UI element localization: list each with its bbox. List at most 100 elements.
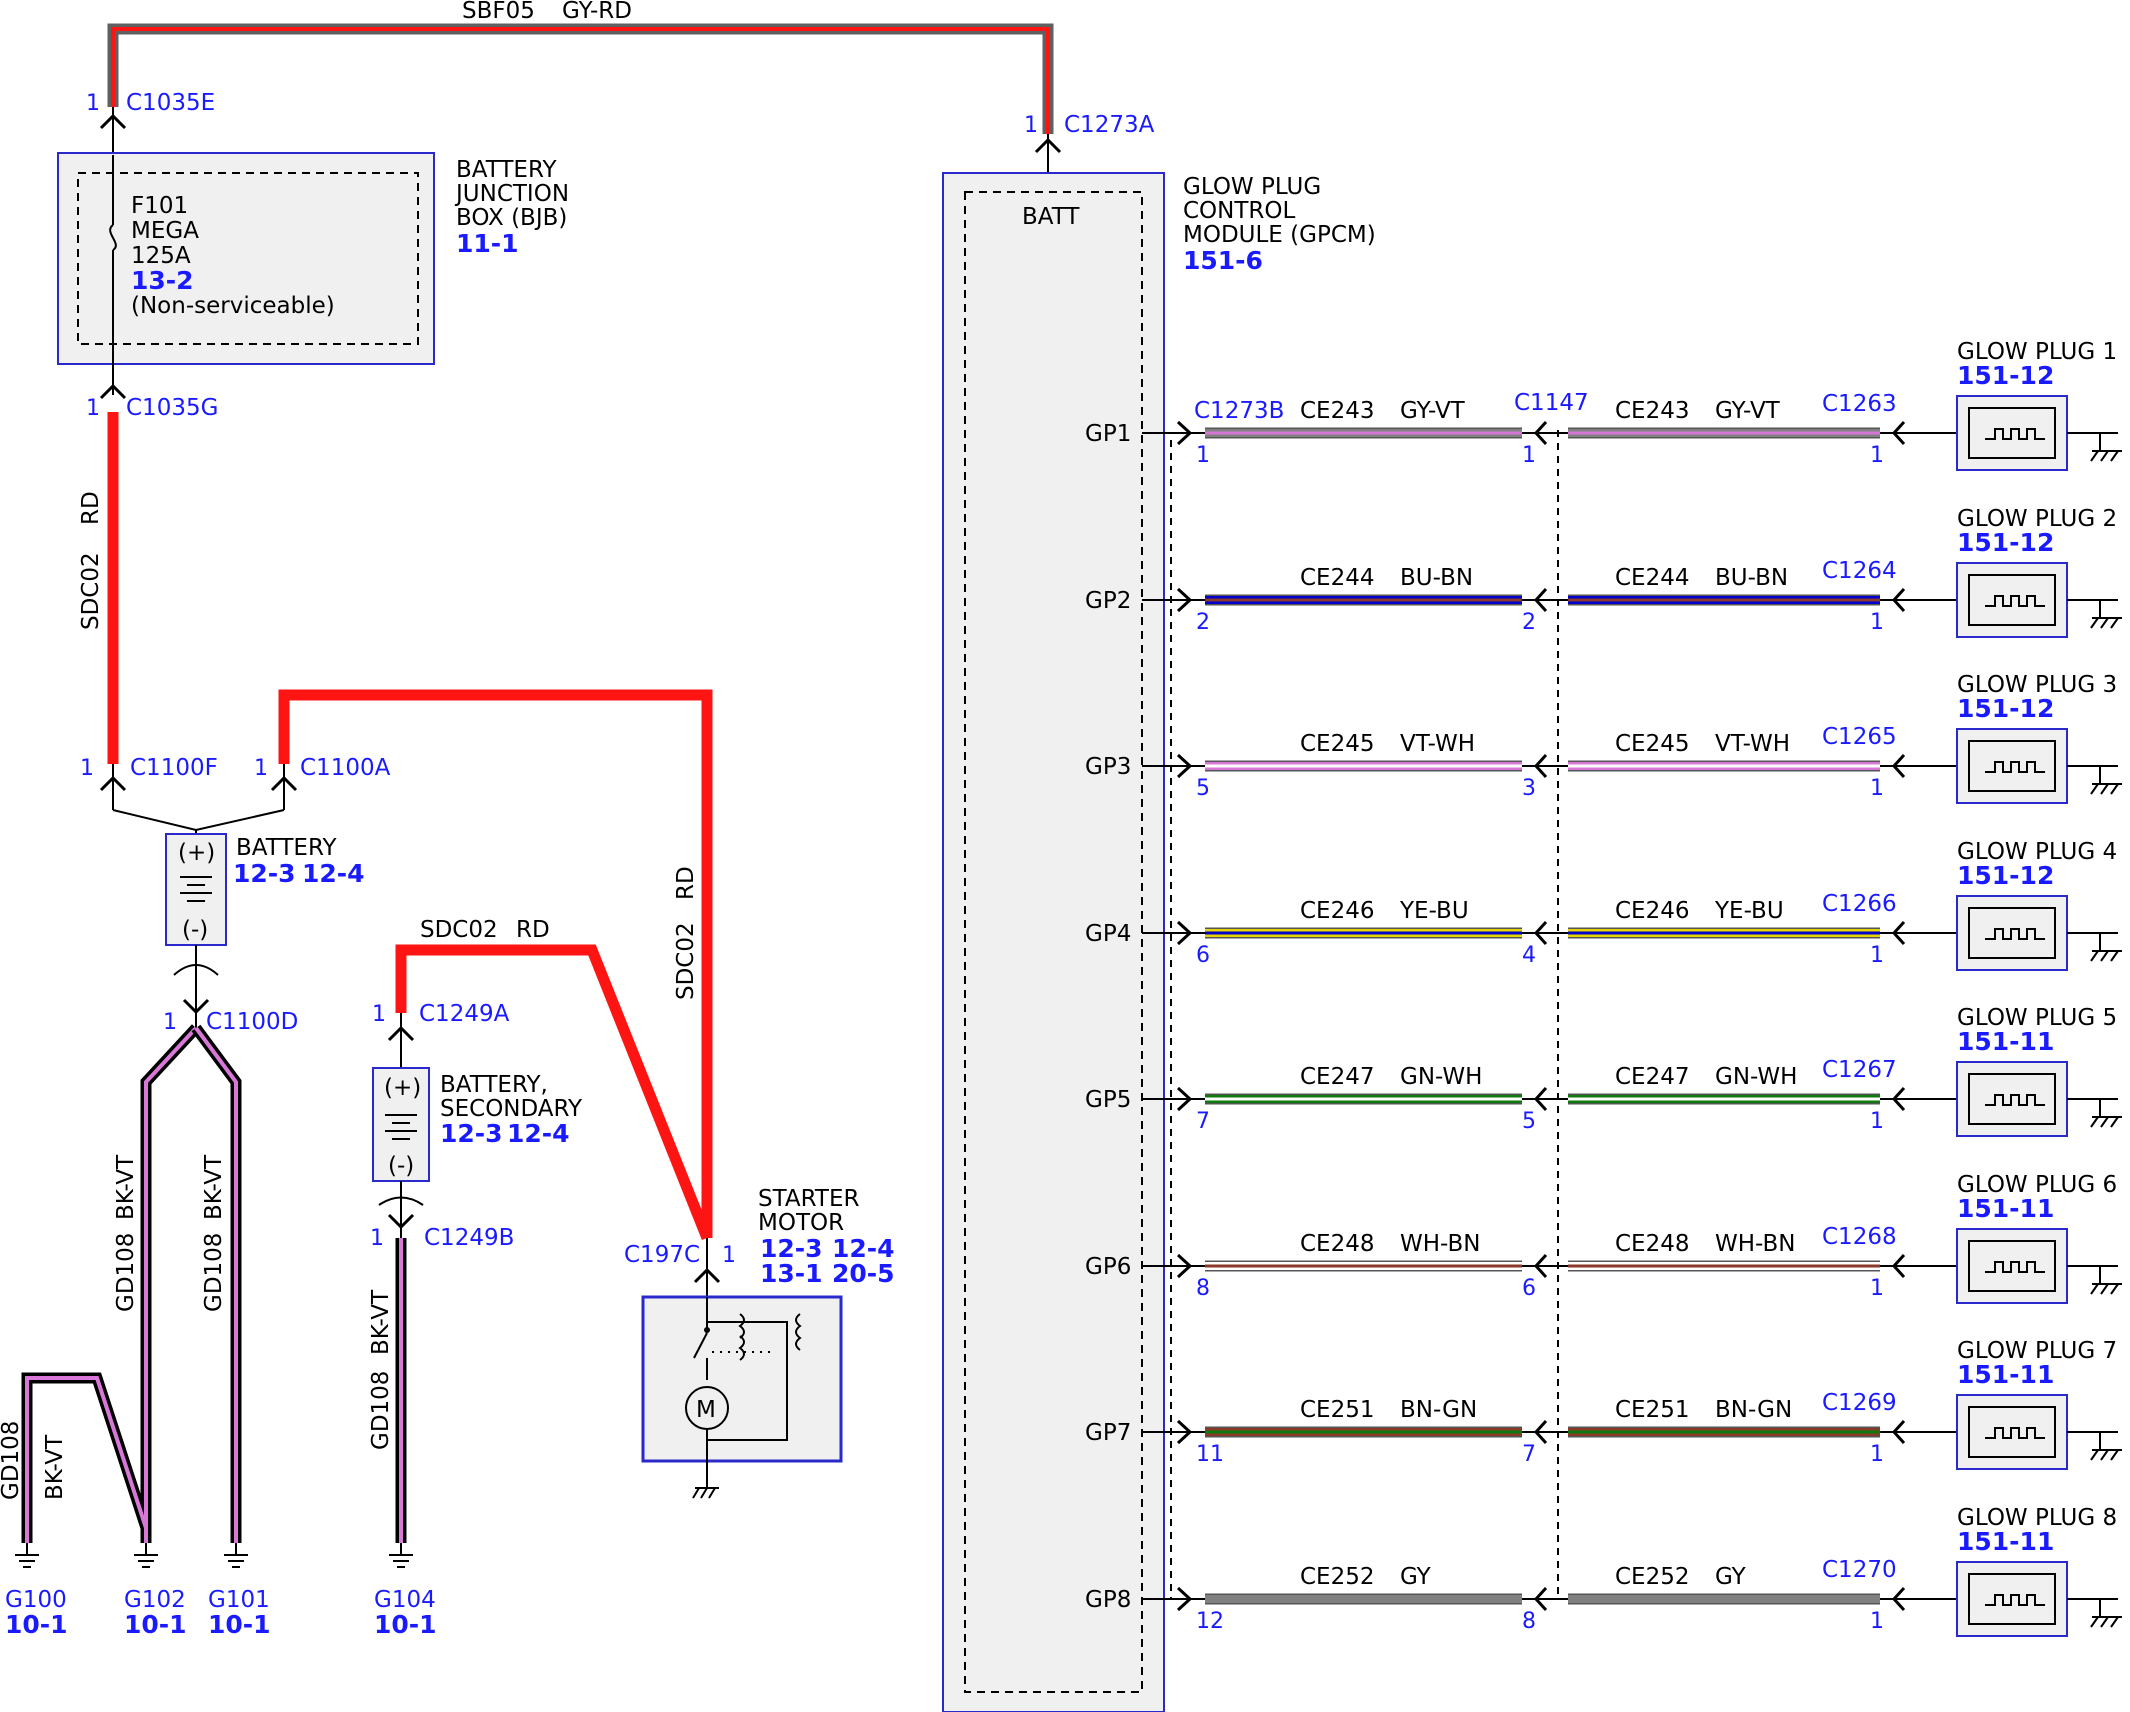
gp8-conn: C1270	[1822, 1557, 1897, 1583]
sec-battery-ref-1: 12-3	[440, 1119, 503, 1148]
gp7-color-left: BN-GN	[1400, 1397, 1477, 1423]
ground-g101-ref: 10-1	[208, 1610, 271, 1639]
c1100a-pin: 1	[254, 756, 268, 781]
gp4-conn: C1266	[1822, 891, 1897, 917]
wire-sbf05	[107, 23, 1054, 134]
gp3-color-left: VT-WH	[1400, 731, 1475, 757]
battery-plus: (+)	[178, 840, 215, 866]
gp5-ref: 151-11	[1957, 1027, 2054, 1056]
gp1-circuit-left: CE243	[1300, 398, 1375, 424]
gp4-label: GP4	[1085, 921, 1131, 947]
gp7-color-right: BN-GN	[1715, 1397, 1792, 1423]
battery-title: BATTERY	[236, 835, 337, 861]
ground-g102-ref: 10-1	[124, 1610, 187, 1639]
gp2-label: GP2	[1085, 588, 1131, 614]
gp2-color-left: BU-BN	[1400, 565, 1473, 591]
gd108-circuit-4: GD108	[368, 1371, 394, 1450]
gp5-circuit-right: CE247	[1615, 1064, 1690, 1090]
gp7-pin-b: 7	[1522, 1442, 1536, 1467]
gp3-pin-c: 1	[1870, 776, 1884, 801]
gp2-conn: C1264	[1822, 558, 1897, 584]
wiring-diagram: SBF05 GY-RD 1 C1035E F101 MEGA 125A 13-2…	[0, 0, 2130, 1712]
gp4-pin-c: 1	[1870, 943, 1884, 968]
gp1-conn: C1263	[1822, 391, 1897, 417]
gp7-conn: C1269	[1822, 1390, 1897, 1416]
gp3-pin-b: 3	[1522, 776, 1536, 801]
gp1-pin-a: 1	[1196, 443, 1210, 468]
gp5-pin-c: 1	[1870, 1109, 1884, 1134]
gd108-circuit-1: GD108	[113, 1233, 139, 1312]
gp7-label: GP7	[1085, 1420, 1131, 1446]
gp5-color-left: GN-WH	[1400, 1064, 1482, 1090]
gp6-circuit-right: CE248	[1615, 1231, 1690, 1257]
gp8-circuit-left: CE252	[1300, 1564, 1375, 1590]
gp1-ref: 151-12	[1957, 361, 2054, 390]
fuse-line-1: F101	[131, 193, 188, 219]
ground-icon	[2090, 950, 2122, 962]
gp4-color-right: YE-BU	[1714, 898, 1784, 924]
gd108-color-1: BK-VT	[113, 1154, 139, 1220]
gp1-color-right: GY-VT	[1715, 398, 1781, 424]
c1035e-pin: 1	[86, 91, 100, 116]
gp7-pin-c: 1	[1870, 1442, 1884, 1467]
glow-plug-rows: GP1CE243 GY-VT CE243 GY-VT1 1 1C1263GLOW PLUG…	[1085, 339, 2122, 1637]
gp8-pin-b: 8	[1522, 1609, 1536, 1634]
gp3-label: GP3	[1085, 754, 1131, 780]
sbf05-color: GY-RD	[562, 0, 632, 24]
ground-g100-ref: 10-1	[5, 1610, 68, 1639]
gp8-ref: 151-11	[1957, 1527, 2054, 1556]
battery-minus: (-)	[182, 917, 208, 943]
ground-icon	[2090, 1616, 2122, 1628]
ground-icon	[2090, 450, 2122, 462]
c1249b-name: C1249B	[424, 1225, 514, 1251]
sec-battery-ref-2: 12-4	[507, 1119, 570, 1148]
gp6-color-left: WH-BN	[1400, 1231, 1481, 1257]
gp6-pin-a: 8	[1196, 1276, 1210, 1301]
gd108-circuit-2: GD108	[201, 1233, 227, 1312]
c1249a-pin: 1	[372, 1002, 386, 1027]
gpcm-title-1: GLOW PLUG	[1183, 174, 1321, 200]
sec-battery-minus: (-)	[388, 1153, 414, 1179]
gp6-pin-c: 1	[1870, 1276, 1884, 1301]
sdc02-vert-color: RD	[78, 491, 104, 525]
c1100d-pin: 1	[163, 1010, 177, 1035]
ground-icon	[2090, 783, 2122, 795]
gp4-circuit-left: CE246	[1300, 898, 1375, 924]
c1035g-name: C1035G	[126, 395, 218, 421]
sec-battery-title-1: BATTERY,	[440, 1072, 548, 1098]
c197c-name: C197C	[624, 1242, 700, 1268]
c1100d-name: C1100D	[206, 1009, 298, 1035]
bjb-title-2: JUNCTION	[454, 181, 569, 207]
sdc02-diag-color: RD	[516, 917, 550, 943]
gp5-conn: C1267	[1822, 1057, 1897, 1083]
starter-ref-4: 20-5	[832, 1259, 895, 1288]
c1100f-pin: 1	[80, 756, 94, 781]
starter-title-2: MOTOR	[758, 1210, 844, 1236]
c1035g-pin: 1	[86, 396, 100, 421]
gp6-ref: 151-11	[1957, 1194, 2054, 1223]
gp8-color-left: GY	[1400, 1564, 1432, 1590]
starter-motor-symbol	[641, 1295, 843, 1470]
sdc02-vert-circuit: SDC02	[78, 552, 104, 630]
starter-ref-3: 13-1	[760, 1259, 823, 1288]
ground-icon	[2090, 1116, 2122, 1128]
connector-c1035e	[99, 107, 127, 155]
fuse-line-2: MEGA	[131, 218, 199, 244]
gp3-color-right: VT-WH	[1715, 731, 1790, 757]
gp7-circuit-right: CE251	[1615, 1397, 1690, 1423]
ground-icon	[15, 1543, 413, 1568]
gp6-circuit-left: CE248	[1300, 1231, 1375, 1257]
ground-g104-ref: 10-1	[374, 1610, 437, 1639]
gp2-circuit-left: CE244	[1300, 565, 1375, 591]
ground-icon	[2090, 1449, 2122, 1461]
gp6-pin-b: 6	[1522, 1276, 1536, 1301]
c197c-pin: 1	[722, 1243, 736, 1268]
c1100f-name: C1100F	[130, 755, 218, 781]
ground-icon	[692, 1470, 719, 1499]
gd108-color-2: BK-VT	[201, 1154, 227, 1220]
gpcm-title-2: CONTROL	[1183, 198, 1296, 224]
bjb-title-1: BATTERY	[456, 157, 557, 183]
gpcm-batt: BATT	[1022, 204, 1080, 230]
gp7-ref: 151-11	[1957, 1360, 2054, 1389]
gd108-circuit-3: GD108	[0, 1421, 24, 1500]
